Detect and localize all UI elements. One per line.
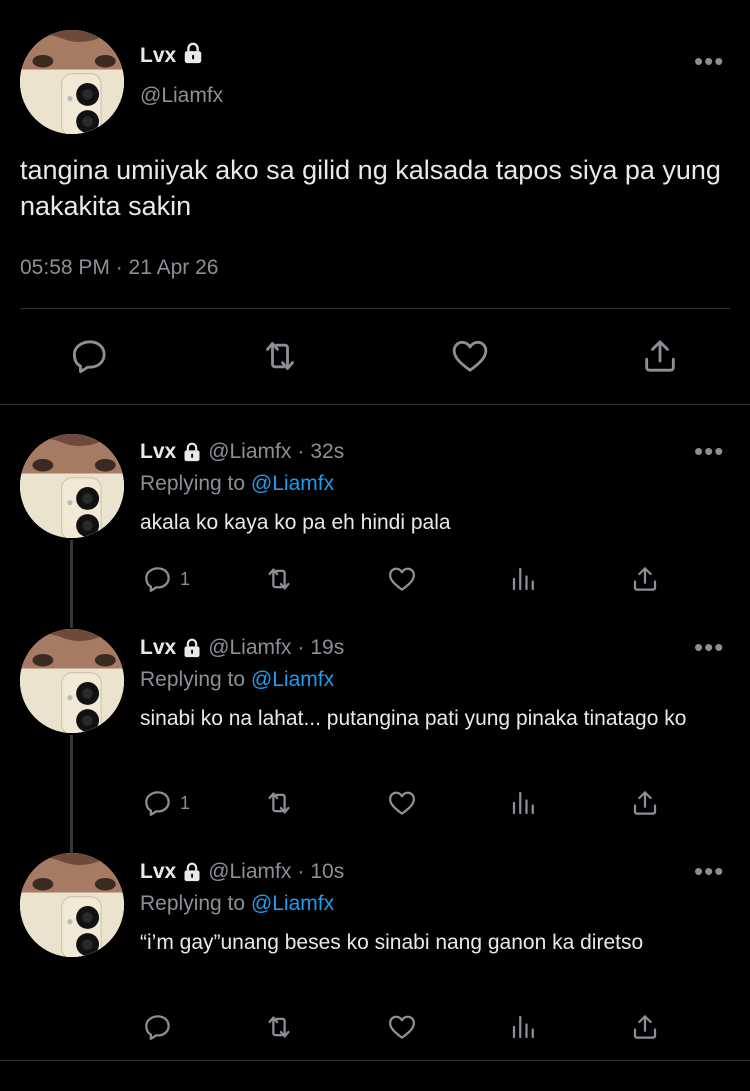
reply-time[interactable]: 32s: [310, 440, 344, 464]
reply-icon[interactable]: [143, 788, 173, 818]
avatar[interactable]: [20, 30, 124, 134]
reply-icon[interactable]: [143, 1012, 173, 1042]
reply-icon[interactable]: [143, 564, 173, 594]
avatar-image: [20, 434, 124, 538]
reply-count: 1: [180, 793, 191, 813]
avatar-image: [20, 30, 124, 134]
avatar[interactable]: [20, 853, 124, 957]
reply-time[interactable]: 19s: [310, 636, 344, 660]
reply-text: “i’m gay”unang beses ko sinabi nang gano…: [140, 931, 644, 954]
replying-to: Replying to @Liamfx: [140, 668, 334, 692]
like-icon[interactable]: [387, 1012, 417, 1042]
author-name[interactable]: Lvx: [140, 440, 176, 464]
avatar[interactable]: [20, 629, 124, 733]
replying-to-mention[interactable]: @Liamfx: [251, 892, 334, 915]
tweet-author-name[interactable]: Lvx: [140, 42, 204, 70]
replying-to-label: Replying to: [140, 472, 251, 495]
tweet-timestamp[interactable]: 05:58 PM · 21 Apr 26: [20, 256, 218, 280]
divider: [0, 1060, 750, 1061]
reply-header: Lvx @Liamfx · 10s: [140, 860, 344, 884]
avatar-image: [20, 853, 124, 957]
share-icon[interactable]: [630, 788, 660, 818]
author-handle[interactable]: @Liamfx: [208, 636, 291, 660]
author-name[interactable]: Lvx: [140, 636, 176, 660]
like-icon[interactable]: [387, 788, 417, 818]
lock-icon: [182, 442, 202, 462]
share-icon[interactable]: [630, 564, 660, 594]
avatar-image: [20, 629, 124, 733]
divider: [20, 308, 730, 309]
tweet-text: tangina umiiyak ako sa gilid ng kalsada …: [20, 155, 721, 221]
share-icon[interactable]: [640, 336, 680, 376]
replying-to-mention[interactable]: @Liamfx: [251, 668, 334, 691]
analytics-icon[interactable]: [509, 788, 539, 818]
retweet-icon[interactable]: [260, 336, 300, 376]
author-name[interactable]: Lvx: [140, 860, 176, 884]
like-icon[interactable]: [387, 564, 417, 594]
reply-time[interactable]: 10s: [310, 860, 344, 884]
lock-icon: [182, 862, 202, 882]
reply-text: akala ko kaya ko pa eh hindi pala: [140, 511, 451, 534]
retweet-icon[interactable]: [264, 788, 294, 818]
retweet-icon[interactable]: [264, 1012, 294, 1042]
separator-dot: ·: [297, 636, 305, 659]
thread-line: [70, 540, 73, 628]
author-handle[interactable]: @Liamfx: [208, 860, 291, 884]
replying-to-label: Replying to: [140, 892, 251, 915]
like-icon[interactable]: [450, 336, 490, 376]
analytics-icon[interactable]: [509, 1012, 539, 1042]
author-handle[interactable]: @Liamfx: [208, 440, 291, 464]
replying-to-mention[interactable]: @Liamfx: [251, 472, 334, 495]
reply-text: sinabi ko na lahat... putangina pati yun…: [140, 707, 687, 730]
more-options-icon[interactable]: •••: [694, 858, 724, 884]
separator-dot: ·: [297, 440, 305, 463]
analytics-icon[interactable]: [509, 564, 539, 594]
more-options-icon[interactable]: •••: [694, 438, 724, 464]
thread-line: [70, 735, 73, 853]
more-options-icon[interactable]: •••: [694, 634, 724, 660]
replying-to: Replying to @Liamfx: [140, 472, 334, 496]
reply-icon[interactable]: [70, 336, 110, 376]
retweet-icon[interactable]: [264, 564, 294, 594]
replying-to: Replying to @Liamfx: [140, 892, 334, 916]
author-handle[interactable]: @Liamfx: [140, 84, 223, 108]
share-icon[interactable]: [630, 1012, 660, 1042]
divider: [0, 404, 750, 405]
reply-count: 1: [180, 569, 191, 589]
avatar[interactable]: [20, 434, 124, 538]
separator-dot: ·: [297, 860, 305, 883]
lock-icon: [182, 638, 202, 658]
reply-header: Lvx @Liamfx · 32s: [140, 440, 344, 464]
reply-header: Lvx @Liamfx · 19s: [140, 636, 344, 660]
replying-to-label: Replying to: [140, 668, 251, 691]
more-options-icon[interactable]: •••: [694, 48, 724, 74]
lock-icon: [182, 42, 204, 70]
author-name[interactable]: Lvx: [140, 44, 176, 68]
